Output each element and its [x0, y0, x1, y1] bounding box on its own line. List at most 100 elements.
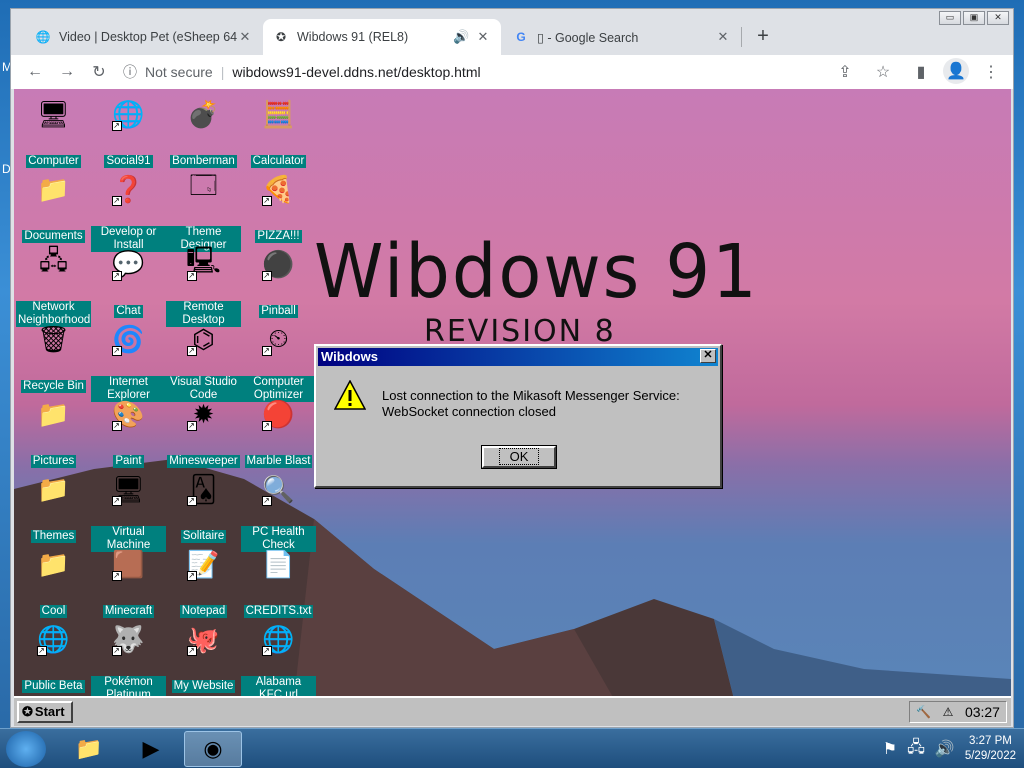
wibdows-clock: 03:27	[964, 704, 1000, 720]
pc-health-check-icon: 🔍 ↗	[261, 473, 295, 506]
close-tab-icon[interactable]: ✕	[475, 29, 491, 45]
forward-button[interactable]: →	[51, 58, 83, 86]
shortcut-arrow-icon: ↗	[186, 496, 197, 506]
reload-button[interactable]: ↻	[83, 58, 115, 86]
desktop-icon-pc-health-check[interactable]: 🔍 ↗ PC Health Check	[241, 472, 316, 552]
dialog-close-button[interactable]: ✕	[700, 349, 716, 363]
maximize-button[interactable]: ▣	[963, 11, 985, 25]
desktop-icon-network-neighborhood[interactable]: 🖧 Network Neighborhood	[16, 245, 91, 327]
tray-tool-icon[interactable]: 🔨	[916, 705, 931, 719]
action-center-icon[interactable]: ⚑	[883, 739, 897, 759]
ok-label: OK	[498, 448, 540, 465]
theme-designer-icon: 🗔	[189, 170, 218, 200]
desktop-icon-documents[interactable]: 📁 Documents	[16, 172, 91, 243]
back-button[interactable]: ←	[19, 58, 51, 86]
desktop-icon-computer-optimizer[interactable]: ⏲ ↗ Computer Optimizer	[241, 322, 316, 402]
tab-label: Video | Desktop Pet (eSheep 64b	[59, 30, 237, 44]
desktop-icon-public-beta[interactable]: 🌐 ↗ Public Beta	[16, 622, 91, 693]
close-tab-icon[interactable]: ✕	[237, 29, 253, 45]
desktop-icon-pinball[interactable]: ⚫ ↗ Pinball	[241, 247, 316, 318]
desktop-icon-credits-txt[interactable]: 📄 CREDITS.txt	[241, 547, 316, 618]
desktop-icon-cool[interactable]: 📁 Cool	[16, 547, 91, 618]
desktop-icon-pok-mon-platinum[interactable]: 🐺 ↗ Pokémon Platinum	[91, 622, 166, 696]
url-text: wibdows91-devel.ddns.net/desktop.html	[232, 64, 481, 80]
dialog-message: Lost connection to the Mikasoft Messenge…	[382, 388, 680, 420]
solitaire-icon: 🂡 ↗	[186, 473, 217, 506]
paint-icon: 🎨 ↗	[111, 398, 145, 431]
desktop-icon-label: Calculator	[250, 155, 307, 168]
tab-wibdows[interactable]: ✪ Wibdows 91 (REL8) 🔊 ✕	[263, 19, 501, 55]
address-bar[interactable]: ⓘ Not secure | wibdows91-devel.ddns.net/…	[123, 58, 723, 86]
desktop-icon-social91[interactable]: 🌐 ↗ Social91	[91, 97, 166, 168]
dialog-titlebar[interactable]: Wibdows ✕	[318, 348, 718, 366]
tray-warning-icon[interactable]: ⚠	[943, 705, 954, 719]
side-panel-icon[interactable]: ▮	[905, 58, 937, 86]
desktop-icon-label: My Website	[171, 680, 236, 693]
desktop-icon-computer[interactable]: 🖥 Computer	[16, 97, 91, 168]
network-icon[interactable]: 🖧	[907, 736, 925, 763]
close-window-button[interactable]: ✕	[987, 11, 1009, 25]
desktop-icon-label: CREDITS.txt	[243, 605, 314, 618]
desktop-icon-label: Marble Blast	[244, 455, 313, 468]
desktop-icon-themes[interactable]: 📁 Themes	[16, 472, 91, 543]
desktop-icon-solitaire[interactable]: 🂡 ↗ Solitaire	[166, 472, 241, 543]
folder-icon[interactable]: 📁	[60, 731, 118, 767]
new-tab-button[interactable]: +	[751, 25, 775, 49]
share-icon[interactable]: ⇪	[829, 58, 861, 86]
desktop-icon-recycle-bin[interactable]: 🗑 Recycle Bin	[16, 322, 91, 393]
bomberman-icon: 💣	[187, 98, 220, 129]
desktop-icon-bomberman[interactable]: 💣 Bomberman	[166, 97, 241, 168]
dialog-message-line: WebSocket connection closed	[382, 404, 556, 419]
start-button[interactable]: ✪ Start	[17, 701, 73, 723]
pictures-icon: 📁	[37, 398, 70, 429]
desktop-icon-alabama-kfc-url[interactable]: 🌐 ↗ Alabama KFC.url	[241, 622, 316, 696]
media-player-icon[interactable]: ▶	[122, 731, 180, 767]
desktop-icon-marble-blast[interactable]: 🔴 ↗ Marble Blast	[241, 397, 316, 468]
documents-icon: 📁	[37, 173, 70, 204]
desktop-icon-develop-or-install[interactable]: ❓ ↗ Develop or Install	[91, 172, 166, 252]
desktop-icon-virtual-machine[interactable]: 🖥 ↗ Virtual Machine	[91, 472, 166, 552]
tab-desktop-pet[interactable]: 🌐 Video | Desktop Pet (eSheep 64b ✕	[25, 19, 263, 55]
desktop-icon-notepad[interactable]: 📝 ↗ Notepad	[166, 547, 241, 618]
shortcut-arrow-icon: ↗	[261, 196, 272, 206]
marble-blast-icon: 🔴 ↗	[261, 398, 295, 431]
desktop-icon-my-website[interactable]: 🐙 ↗ My Website	[166, 622, 241, 693]
close-tab-icon[interactable]: ✕	[715, 29, 731, 45]
desktop-icon-chat[interactable]: 💬 ↗ Chat	[91, 247, 166, 318]
desktop-icon-visual-studio-code[interactable]: ⌬ ↗ Visual Studio Code	[166, 322, 241, 402]
desktop-icon-pictures[interactable]: 📁 Pictures	[16, 397, 91, 468]
recycle-bin-icon: 🗑	[36, 323, 70, 354]
dialog-message-line: Lost connection to the Mikasoft Messenge…	[382, 388, 680, 403]
warning-icon[interactable]: ⓘ	[123, 62, 137, 82]
desktop-icon-remote-desktop[interactable]: 🖳 ↗ Remote Desktop	[166, 245, 241, 327]
profile-icon[interactable]: 👤	[943, 58, 969, 84]
chrome-icon[interactable]: ◉	[184, 731, 242, 767]
minimize-button[interactable]: ▭	[939, 11, 961, 25]
bookmark-star-icon[interactable]: ☆	[867, 58, 899, 86]
computer-optimizer-icon: ⏲ ↗	[261, 323, 289, 356]
shortcut-arrow-icon: ↗	[261, 496, 272, 506]
desktop-icon-pizza[interactable]: 🍕 ↗ PIZZA!!!	[241, 172, 316, 243]
pinball-icon: ⚫ ↗	[261, 248, 295, 281]
shortcut-arrow-icon: ↗	[111, 346, 122, 356]
desktop-icon-minecraft[interactable]: 🟫 ↗ Minecraft	[91, 547, 166, 618]
desktop-icon-label: Pinball	[259, 305, 298, 318]
desktop-icon-calculator[interactable]: 🧮 Calculator	[241, 97, 316, 168]
system-clock[interactable]: 3:27 PM 5/29/2022	[965, 734, 1016, 764]
desktop-icon-internet-explorer[interactable]: 🌀 ↗ Internet Explorer	[91, 322, 166, 402]
speaker-icon[interactable]: 🔊	[453, 29, 469, 45]
volume-icon[interactable]: 🔊	[935, 739, 955, 759]
start-label: Start	[34, 704, 65, 719]
desktop-icon-minesweeper[interactable]: ✹ ↗ Minesweeper	[166, 397, 241, 468]
menu-icon[interactable]: ⋮	[975, 58, 1007, 86]
alabama-kfc-url-icon: 🌐 ↗	[261, 623, 295, 656]
desktop-icon-label: Solitaire	[180, 530, 227, 543]
wibdows-desktop: Wibdows 91 REVISION 8 🖥 Computer 🌐 ↗ Social9…	[14, 89, 1011, 696]
minesweeper-icon: ✹ ↗	[186, 398, 215, 431]
desktop-icon-theme-designer[interactable]: 🗔 Theme Designer	[166, 170, 241, 252]
ok-button[interactable]: OK	[481, 445, 557, 469]
shortcut-arrow-icon: ↗	[111, 271, 122, 281]
tab-google-search[interactable]: G ▯ - Google Search ✕	[503, 19, 741, 55]
desktop-icon-paint[interactable]: 🎨 ↗ Paint	[91, 397, 166, 468]
windows-start-orb[interactable]	[6, 731, 46, 767]
